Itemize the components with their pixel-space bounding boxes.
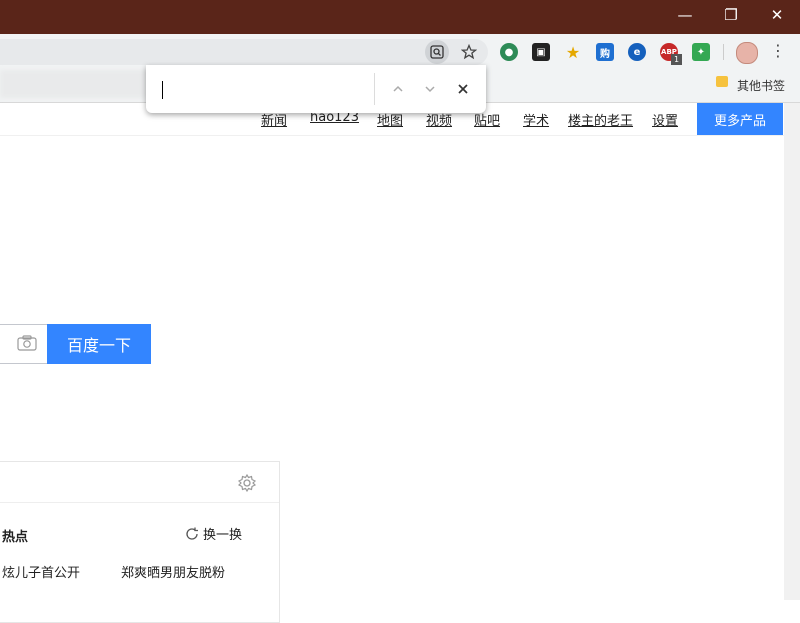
- restore-button[interactable]: ❐: [708, 0, 754, 30]
- menu-icon[interactable]: ⋮: [770, 41, 786, 63]
- toolbar-divider: [723, 44, 724, 60]
- window-title-bar: — ❐ ✕: [0, 0, 800, 34]
- chevron-up-icon: [393, 85, 403, 92]
- more-products-button[interactable]: 更多产品: [697, 103, 783, 135]
- find-close-button[interactable]: [451, 77, 475, 101]
- find-in-page-button[interactable]: [425, 40, 449, 64]
- close-window-button[interactable]: ✕: [754, 0, 800, 30]
- find-next-button[interactable]: [418, 77, 442, 101]
- close-icon: [458, 84, 468, 94]
- gear-icon[interactable]: [237, 473, 257, 493]
- camera-icon[interactable]: [17, 335, 37, 351]
- search-submit-button[interactable]: 百度一下: [47, 324, 151, 364]
- hot-title: 热点: [2, 530, 29, 545]
- refresh-label: 换一换: [203, 528, 243, 543]
- refresh-button[interactable]: 换一换: [184, 524, 242, 543]
- find-bar: [146, 65, 486, 113]
- other-bookmarks[interactable]: 其他书签: [737, 77, 785, 94]
- shopping-extension-icon[interactable]: 购: [596, 43, 614, 61]
- hot-panel-header: [0, 462, 279, 503]
- bookmark-star-button[interactable]: [457, 40, 481, 64]
- bookmark-star-extension-icon[interactable]: ★: [564, 43, 582, 62]
- chevron-down-icon: [425, 86, 435, 93]
- nav-link-settings[interactable]: 设置: [652, 110, 678, 129]
- refresh-icon: [186, 527, 198, 540]
- adblock-badge: 1: [671, 54, 682, 65]
- nav-link-xueshu[interactable]: 学术: [523, 110, 549, 129]
- hot-item-2[interactable]: 郑爽晒男朋友脱粉: [121, 562, 225, 581]
- find-previous-button[interactable]: [386, 77, 410, 101]
- page-scrollbar[interactable]: [784, 103, 800, 600]
- star-icon: [461, 44, 477, 60]
- find-input[interactable]: [162, 81, 163, 99]
- tab-manager-extension-icon[interactable]: ▣: [532, 43, 550, 61]
- search-page-icon: [430, 45, 444, 59]
- color-picker-extension-icon[interactable]: ✦: [692, 43, 710, 61]
- minimize-button[interactable]: —: [662, 0, 708, 30]
- hot-item-1[interactable]: 炫儿子首公开: [2, 562, 80, 581]
- globe-extension-icon[interactable]: ●: [500, 43, 518, 61]
- find-divider: [374, 73, 375, 105]
- folder-icon: [716, 76, 728, 87]
- address-bar[interactable]: [0, 39, 488, 65]
- nav-link-user[interactable]: 楼主的老王: [568, 110, 633, 129]
- e-extension-icon[interactable]: e: [628, 43, 646, 61]
- bookmarks-blurred: [0, 70, 150, 98]
- avatar[interactable]: [736, 42, 758, 64]
